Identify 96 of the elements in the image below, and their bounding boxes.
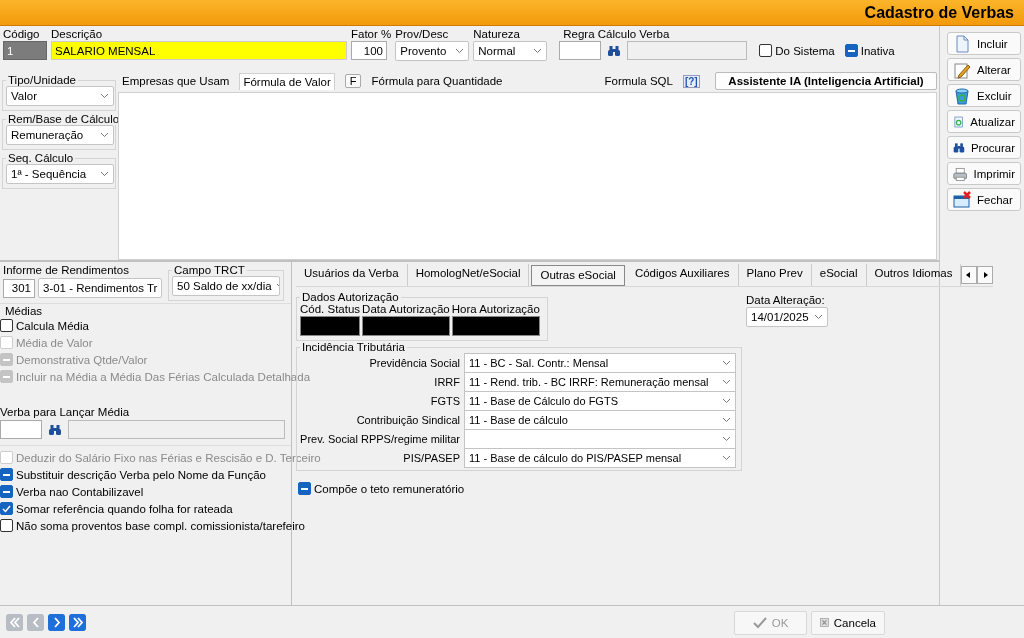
- help-button[interactable]: [?]: [682, 74, 700, 88]
- field-label: FGTS: [429, 394, 460, 407]
- dropdown[interactable]: 11 - Base de cálculo do PIS/PASEP mensal: [464, 447, 736, 468]
- formula-tab[interactable]: Empresas que Usam: [122, 75, 230, 87]
- field-label: Data Autorização: [362, 303, 450, 315]
- group-title: Dados Autorização: [301, 291, 400, 303]
- checkbox-label: Substituir descrição Verba pelo Nome da Função: [16, 468, 266, 481]
- toolbar-button[interactable]: Excluir: [947, 84, 1021, 107]
- toolbar-button[interactable]: Procurar: [947, 136, 1021, 159]
- group-title: Incidência Tributária: [301, 341, 406, 353]
- checkbox-label: Compõe o teto remuneratório: [314, 482, 465, 495]
- field-label: Fator %: [351, 28, 392, 40]
- checkbox-label: Inativa: [860, 44, 895, 57]
- group-title: Rem/Base de Cálculo: [7, 113, 121, 125]
- toolbar-button[interactable]: Imprimir: [947, 162, 1021, 185]
- scroll-right-icon[interactable]: [977, 266, 994, 284]
- field-label: Data Alteração:: [746, 294, 826, 306]
- dropdown[interactable]: 11 - BC - Sal. Contr.: Mensal: [464, 352, 736, 373]
- factor-field[interactable]: 100: [351, 41, 387, 60]
- checkbox[interactable]: [759, 44, 773, 57]
- field-label: Descrição: [51, 28, 104, 40]
- field-label: Código: [3, 28, 41, 40]
- rule-field[interactable]: [559, 41, 602, 60]
- dropdown[interactable]: 11 - Rend. trib. - BC IRRF: Remuneração mensal: [464, 371, 736, 392]
- tab[interactable]: HomologNet/eSocial: [407, 264, 530, 286]
- dropdown[interactable]: Remuneração: [6, 125, 114, 145]
- dropdown[interactable]: 1ª - Sequência: [6, 164, 114, 184]
- dropdown[interactable]: 50 Saldo de xx/dia: [172, 276, 280, 296]
- toolbar-button[interactable]: Fechar: [947, 188, 1021, 211]
- tab[interactable]: Usuários da Verba: [296, 264, 408, 286]
- field-label: Regra Cálculo Verba: [562, 28, 671, 40]
- checkbox-label: Verba nao Contabilizavel: [16, 485, 144, 498]
- verb-field[interactable]: [0, 420, 42, 439]
- checkbox[interactable]: [0, 319, 13, 332]
- checkbox-label: Do Sistema: [775, 44, 835, 57]
- last-record-icon[interactable]: [69, 614, 86, 631]
- description-field[interactable]: SALARIO MENSAL: [51, 41, 347, 60]
- document-icon: [953, 34, 971, 53]
- checkbox-label: Deduzir do Salário Fixo nas Férias e Rescisão e D. Terceiro: [16, 451, 321, 464]
- tab[interactable]: Plano Prev: [738, 264, 812, 286]
- group-title: Seq. Cálculo: [7, 152, 75, 164]
- field-label: Contribuição Sindical: [355, 413, 460, 426]
- dropdown[interactable]: 14/01/2025: [746, 307, 828, 327]
- check-icon: [752, 616, 767, 629]
- checkbox-label: Somar referência quando folha for rateada: [16, 502, 233, 515]
- function-key-button[interactable]: F: [344, 74, 362, 88]
- field-label: Hora Autorização: [451, 303, 540, 315]
- toolbar-button[interactable]: Alterar: [947, 58, 1021, 81]
- field-label: Previdência Social: [368, 356, 460, 369]
- checkbox[interactable]: [298, 482, 311, 495]
- next-record-icon[interactable]: [48, 614, 65, 631]
- cancel-button[interactable]: Cancela: [811, 610, 885, 635]
- group-title: Médias: [4, 305, 43, 317]
- tab[interactable]: Códigos Auxiliares: [626, 264, 739, 286]
- window-title: Cadastro de Verbas: [864, 3, 1014, 22]
- pencil-icon: [953, 60, 971, 79]
- group-title: Campo TRCT: [173, 264, 246, 276]
- code-field[interactable]: 301: [3, 278, 35, 298]
- binoculars-icon[interactable]: [48, 423, 62, 436]
- binoculars-icon[interactable]: [607, 44, 622, 57]
- formula-tab[interactable]: Fórmula para Quantidade: [371, 75, 503, 87]
- field-label: Verba para Lançar Média: [0, 406, 130, 418]
- bin-icon: [953, 86, 971, 105]
- checkbox-label: Demonstrativa Qtde/Valor: [16, 353, 148, 366]
- group-title: Tipo/Unidade: [7, 74, 77, 86]
- tab[interactable]: Outras eSocial: [531, 265, 625, 286]
- dropdown[interactable]: Provento: [395, 41, 470, 61]
- cancel-icon: [820, 616, 829, 629]
- toolbar-button[interactable]: Incluir: [947, 32, 1021, 55]
- field-label: Cód. Status: [300, 303, 361, 315]
- dropdown[interactable]: 11 - Base de cálculo: [464, 409, 736, 430]
- checkbox[interactable]: [844, 44, 858, 57]
- tab[interactable]: eSocial: [811, 264, 867, 286]
- checkbox-label: Não soma proventos base compl. comissionista/tarefeiro: [16, 519, 305, 532]
- dropdown[interactable]: Valor: [6, 86, 114, 106]
- dropdown[interactable]: Normal: [473, 41, 548, 61]
- formula-tab[interactable]: Formula SQL: [604, 75, 673, 87]
- window-close-icon: [953, 190, 971, 209]
- dropdown[interactable]: 3-01 - Rendimentos Tr: [38, 278, 162, 298]
- checkbox[interactable]: [0, 519, 13, 532]
- formula-tab[interactable]: Fórmula de Valor: [239, 72, 335, 90]
- toolbar-button[interactable]: Atualizar: [947, 110, 1021, 133]
- checkbox-label: Incluir na Média a Média Das Férias Calculada Detalhada: [16, 370, 311, 383]
- redacted-field: [300, 316, 361, 336]
- checkbox-label: Média de Valor: [16, 336, 93, 349]
- field-label: Natureza: [473, 28, 521, 40]
- dropdown[interactable]: 11 - Base de Cálculo do FGTS: [464, 390, 736, 411]
- checkbox[interactable]: [0, 485, 13, 498]
- checkbox-label: Calcula Média: [16, 319, 89, 332]
- code-field[interactable]: 1: [3, 41, 47, 60]
- checkbox[interactable]: [0, 468, 13, 481]
- field-label: Prev. Social RPPS/regime militar: [300, 432, 460, 445]
- field-label: Prov/Desc: [395, 28, 450, 40]
- scroll-left-icon[interactable]: [961, 266, 978, 284]
- field-label: Informe de Rendimentos: [3, 264, 130, 276]
- assistant-button[interactable]: Assistente IA (Inteligencia Artificial): [715, 72, 937, 90]
